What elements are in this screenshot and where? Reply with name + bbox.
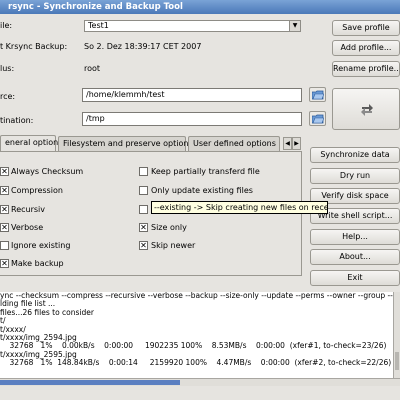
log-line: files...26 files to consider — [0, 307, 94, 317]
source-browse-button[interactable] — [309, 87, 326, 102]
option-left-label: Verbose — [11, 223, 44, 232]
exit-button[interactable]: Exit — [310, 270, 400, 286]
destination-path-value: /tmp — [86, 114, 105, 123]
output-log: ync --checksum --compress --recursive --… — [0, 292, 393, 378]
chevron-down-icon[interactable]: ▼ — [289, 21, 300, 31]
option-left-label: Ignore existing — [11, 241, 71, 250]
add-profile-button[interactable]: Add profile... — [332, 40, 400, 56]
log-vertical-scrollbar[interactable] — [393, 292, 400, 378]
tab-scroll-right-icon[interactable]: ▶ — [292, 137, 301, 150]
user-value: root — [84, 64, 101, 73]
option-right-checkbox[interactable] — [139, 205, 148, 214]
swap-arrows-icon — [361, 104, 373, 116]
about-button[interactable]: About... — [310, 249, 400, 265]
source-path-value: /home/klemmh/test — [86, 90, 165, 99]
swap-directions-button[interactable] — [332, 88, 400, 130]
tooltip: --existing -> Skip creating new files on… — [151, 201, 328, 214]
rename-profile-button[interactable]: Rename profile... — [332, 61, 400, 77]
option-left-checkbox[interactable]: ✕ — [0, 167, 9, 176]
tab-filesystem-options[interactable]: Filesystem and preserve options — [58, 136, 193, 151]
user-label: lus: — [0, 64, 15, 73]
option-right-checkbox[interactable]: ✕ — [139, 241, 148, 250]
tab-general-options[interactable]: eneral options — [0, 135, 62, 152]
option-left-label: Recursiv — [11, 205, 46, 214]
option-left-label: Make backup — [11, 259, 64, 268]
profile-value: Test1 — [88, 21, 109, 30]
destination-path-input[interactable]: /tmp — [82, 112, 302, 126]
option-left-label: Compression — [11, 186, 63, 195]
option-left-checkbox[interactable]: ✕ — [0, 205, 9, 214]
option-left-checkbox[interactable]: ✕ — [0, 186, 9, 195]
profile-select[interactable]: Test1 ▼ — [84, 20, 301, 32]
option-right-checkbox[interactable] — [139, 186, 148, 195]
last-backup-label: t Krsync Backup: — [0, 42, 68, 51]
option-right-label: Only update existing files — [151, 186, 253, 195]
tab-user-defined-options[interactable]: User defined options — [188, 136, 280, 151]
window-title-bar: rsync - Synchronize and Backup Tool — [0, 0, 400, 14]
log-line: t/ — [0, 316, 6, 326]
save-profile-button[interactable]: Save profile — [332, 20, 400, 36]
option-right-label: Skip newer — [151, 241, 196, 250]
tab-scroll-left-icon[interactable]: ◀ — [283, 137, 292, 150]
option-left-checkbox[interactable]: ✕ — [0, 259, 9, 268]
source-label: rce: — [0, 92, 16, 101]
option-left-label: Always Checksum — [11, 167, 84, 176]
dry-run-button[interactable]: Dry run — [310, 168, 400, 184]
folder-icon — [312, 90, 324, 100]
option-right-checkbox[interactable] — [139, 167, 148, 176]
destination-label: tination: — [0, 116, 34, 125]
option-right-checkbox[interactable]: ✕ — [139, 223, 148, 232]
log-horizontal-scrollbar[interactable] — [0, 378, 400, 386]
option-left-checkbox[interactable] — [0, 241, 9, 250]
folder-icon — [312, 114, 324, 124]
last-backup-value: So 2. Dez 18:39:17 CET 2007 — [84, 42, 202, 51]
option-left-checkbox[interactable]: ✕ — [0, 223, 9, 232]
synchronize-data-button[interactable]: Synchronize data — [310, 147, 400, 163]
log-line: 32768 1% 148.84kB/s 0:00:14 2159920 100%… — [0, 358, 392, 368]
destination-browse-button[interactable] — [309, 111, 326, 126]
status-bar — [0, 386, 400, 400]
profile-label: ile: — [0, 21, 13, 30]
source-path-input[interactable]: /home/klemmh/test — [82, 88, 302, 102]
help-button[interactable]: Help... — [310, 229, 400, 245]
log-line: ync --checksum --compress --recursive --… — [0, 292, 393, 300]
option-right-label: Size only — [151, 223, 187, 232]
option-right-label: Keep partially transferd file — [151, 167, 260, 176]
window-title: rsync - Synchronize and Backup Tool — [8, 2, 183, 12]
